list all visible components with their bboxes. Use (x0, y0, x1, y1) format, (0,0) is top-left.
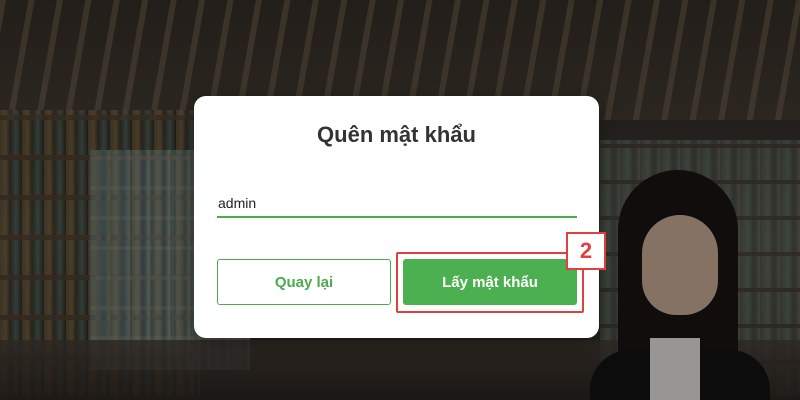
username-field-wrapper (217, 190, 577, 220)
login-screen: Quên mật khẩu Quay lại Lấy mật khẩu 2 (0, 0, 800, 400)
step-highlight-box (396, 252, 584, 313)
dialog-title: Quên mật khẩu (317, 122, 476, 147)
back-button[interactable]: Quay lại (217, 259, 391, 305)
username-input[interactable] (217, 190, 577, 218)
step-number-badge: 2 (566, 232, 606, 270)
